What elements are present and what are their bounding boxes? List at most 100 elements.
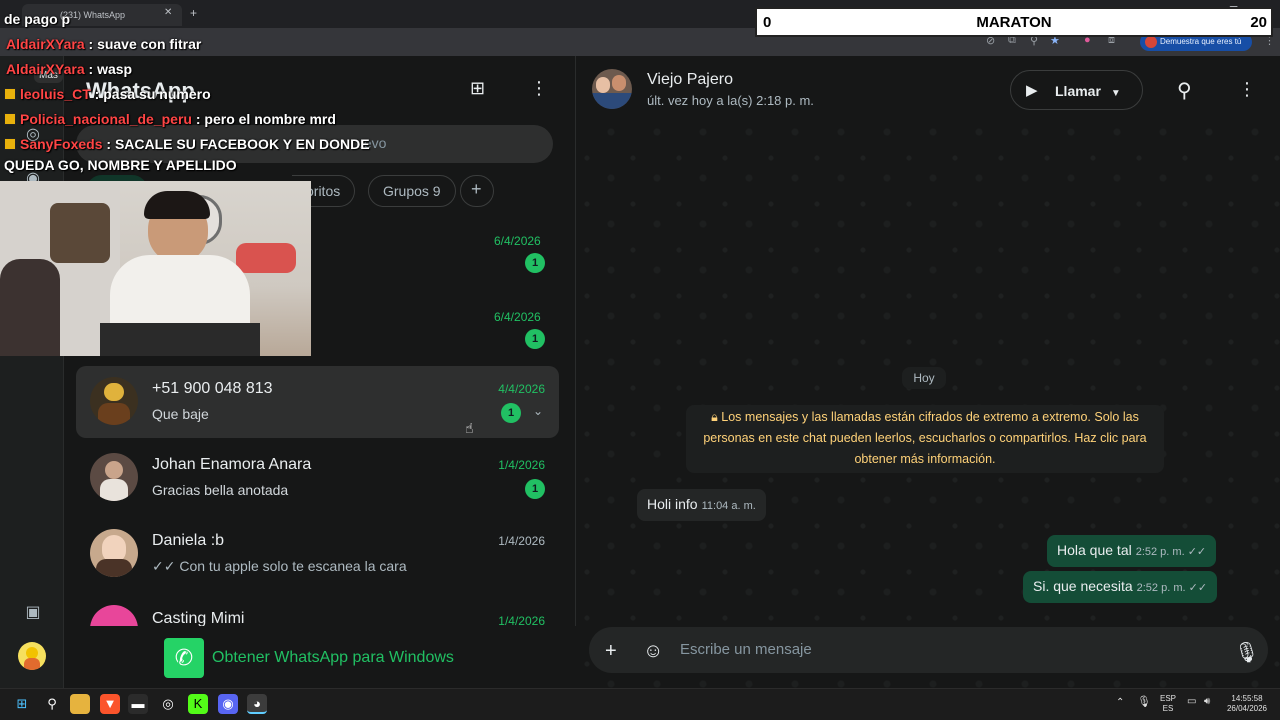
score-right: 20 — [1250, 14, 1267, 31]
contact-name: +51 900 048 813 — [152, 380, 273, 397]
chat-time: 6/4/2026 — [494, 310, 541, 324]
stream-chat-message: leoluis_CT : pasa su numero — [4, 86, 211, 102]
chrome-icon[interactable]: ◕ — [247, 694, 267, 714]
contact-avatar — [90, 453, 138, 501]
chat-text: wasp — [97, 61, 133, 77]
subscriber-badge-icon — [4, 113, 16, 125]
sticker-emoji-icon[interactable]: ☺ — [643, 640, 663, 663]
message-bubble[interactable]: Si. que necesita 2:52 p. m. ✓✓ — [1023, 571, 1218, 603]
unread-badge: 1 — [525, 479, 545, 499]
contact-avatar — [90, 529, 138, 577]
last-seen-status: últ. vez hoy a la(s) 2:18 p. m. — [647, 93, 814, 108]
chat-username: Policia_nacional_de_peru — [20, 111, 192, 127]
tray-expand-icon[interactable]: ⌃ — [1116, 698, 1124, 708]
chat-time: 1/4/2026 — [498, 534, 545, 548]
subscriber-badge-icon — [4, 88, 16, 100]
tab-close-icon[interactable]: ✕ — [164, 7, 172, 18]
date-divider: Hoy — [902, 367, 946, 389]
chevron-down-icon[interactable]: ⌄ — [533, 404, 543, 418]
chat-username: leoluis_CT — [20, 86, 91, 102]
stream-chat-message: de pago p — [4, 11, 70, 27]
chat-time: 4/4/2026 — [498, 382, 545, 396]
message-bubble[interactable]: Holi info 11:04 a. m. — [637, 489, 766, 521]
chat-username: AldairXYara — [6, 61, 85, 77]
unread-badge: 1 — [525, 253, 545, 273]
video-camera-icon: ▶ — [1026, 82, 1038, 99]
contact-name: Casting Mimi — [152, 610, 245, 626]
chat-text: QUEDA GO, NOMBRE Y APELLIDO — [4, 157, 237, 173]
menu-icon[interactable]: ⋮ — [530, 78, 548, 99]
conversation-title[interactable]: Viejo Pajero — [647, 71, 733, 89]
new-chat-icon[interactable]: ⊞ — [470, 78, 485, 99]
chat-time: 6/4/2026 — [494, 234, 541, 248]
whatsapp-logo-icon: ✆ — [164, 638, 204, 678]
discord-icon[interactable]: ◉ — [218, 694, 238, 714]
last-message: ✓✓ Con tu apple solo te escanea la cara — [152, 558, 407, 574]
contact-name: Daniela :b — [152, 532, 225, 549]
kick-icon[interactable]: K — [188, 694, 208, 714]
contact-name: Johan Enamora Anara — [152, 456, 312, 473]
profile-avatar — [1145, 36, 1157, 48]
microphone-icon[interactable]: 🎙︎ — [1137, 697, 1151, 708]
chat-time: 1/4/2026 — [498, 458, 545, 472]
brave-browser-icon[interactable]: ▼ — [100, 694, 120, 714]
volume-icon[interactable]: 🔊︎ — [1204, 697, 1210, 707]
chat-list-item[interactable]: +51 900 048 813 Que baje 4/4/2026 1 ⌄ — [76, 366, 559, 438]
terminal-icon[interactable]: ▬ — [128, 694, 148, 714]
webcam-overlay — [0, 181, 311, 356]
chat-time: 1/4/2026 — [498, 614, 545, 626]
menu-icon[interactable]: ⋮ — [1238, 79, 1256, 100]
attach-plus-icon[interactable]: + — [605, 640, 617, 663]
last-message: Que baje — [152, 406, 209, 422]
chat-list-item[interactable]: Johan Enamora Anara Gracias bella anotad… — [76, 442, 559, 514]
lock-icon: 🔒︎ — [711, 410, 722, 424]
unread-badge: 1 — [525, 329, 545, 349]
system-clock[interactable]: 14:55:58 26/04/2026 — [1222, 694, 1272, 714]
chat-text: pasa su numero — [103, 86, 211, 102]
message-input[interactable]: Escribe un mensaje — [680, 641, 812, 658]
message-time: 2:52 p. m. ✓✓ — [1136, 582, 1208, 594]
mouse-cursor-icon: ☝ — [465, 420, 474, 436]
stream-chat-message: AldairXYara : wasp — [6, 61, 133, 77]
message-bubble[interactable]: Hola que tal 2:52 p. m. ✓✓ — [1047, 535, 1217, 567]
encryption-text: Los mensajes y las llamadas están cifrad… — [703, 410, 1147, 466]
new-tab-icon[interactable]: + — [190, 6, 197, 20]
microphone-icon[interactable]: 🎙︎ — [1234, 640, 1259, 665]
add-filter-button[interactable]: + — [460, 175, 494, 207]
language-indicator[interactable]: ESP ES — [1160, 694, 1176, 714]
message-text: Hola que tal — [1057, 542, 1132, 558]
marathon-score-overlay: 0 MARATON 20 — [755, 7, 1273, 37]
media-gallery-icon[interactable]: ▣ — [22, 602, 44, 624]
call-label: Llamar — [1055, 83, 1101, 99]
stream-chat-message: AldairXYara : suave con fitrar — [6, 36, 202, 52]
network-icon[interactable]: ▭ — [1187, 697, 1196, 707]
chat-text: suave con fitrar — [97, 36, 202, 52]
clock-date: 26/04/2026 — [1226, 704, 1268, 713]
conversation-header — [577, 56, 1280, 122]
contact-avatar[interactable] — [592, 69, 632, 109]
contact-avatar — [90, 377, 138, 425]
message-time: 11:04 a. m. — [701, 500, 756, 512]
windows-start-icon[interactable]: ⊞ — [12, 694, 32, 714]
profile-avatar[interactable] — [18, 642, 46, 670]
chat-text: SACALE SU FACEBOOK Y EN DONDE — [114, 136, 370, 152]
unread-badge: 1 — [501, 403, 521, 423]
message-time: 2:52 p. m. ✓✓ — [1135, 546, 1207, 558]
chat-list-item[interactable]: Casting Mimi 1/4/2026 — [76, 594, 559, 626]
filter-chip-groups[interactable]: Grupos 9 — [368, 175, 456, 207]
search-icon[interactable]: ⚲ — [42, 694, 62, 714]
file-explorer-icon[interactable] — [70, 694, 90, 714]
obs-icon[interactable]: ◎ — [158, 694, 178, 714]
chat-username: AldairXYara — [6, 36, 85, 52]
search-icon[interactable]: ⚲ — [1177, 78, 1192, 103]
stream-chat-message: QUEDA GO, NOMBRE Y APELLIDO — [4, 157, 237, 173]
chat-username: SanyFoxeds — [20, 136, 103, 152]
clock-time: 14:55:58 — [1231, 694, 1263, 703]
get-whatsapp-windows-link[interactable]: Obtener WhatsApp para Windows — [212, 649, 454, 667]
subscriber-badge-icon — [4, 138, 16, 150]
chat-text: de pago p — [4, 11, 71, 27]
lang-top: ESP — [1160, 694, 1177, 703]
chat-list-item[interactable]: Daniela :b ✓✓ Con tu apple solo te escan… — [76, 518, 559, 590]
stream-chat-message: Policia_nacional_de_peru : pero el nombr… — [4, 111, 336, 127]
encryption-notice[interactable]: 🔒︎ Los mensajes y las llamadas están cif… — [686, 405, 1164, 473]
